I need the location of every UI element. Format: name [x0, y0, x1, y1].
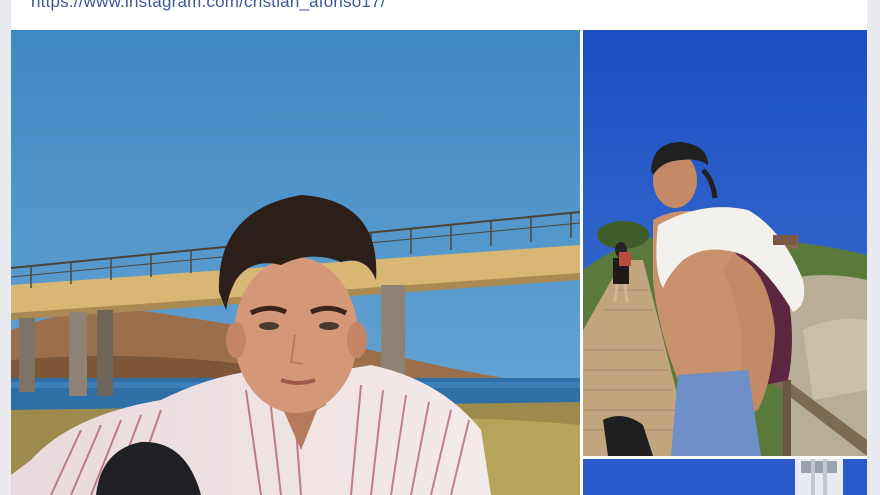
photo-boardwalk[interactable]: [583, 30, 867, 456]
photo-lighthouse[interactable]: [583, 459, 867, 495]
photo-bridge[interactable]: [11, 30, 580, 495]
photo-lighthouse-image: [583, 459, 867, 495]
instagram-link[interactable]: https://www.instagram.com/cristian_afons…: [31, 0, 386, 12]
post-card: https://www.instagram.com/cristian_afons…: [11, 0, 867, 495]
photo-grid: [11, 30, 867, 495]
post-link-row: https://www.instagram.com/cristian_afons…: [11, 0, 867, 29]
photo-boardwalk-image: [583, 30, 867, 456]
photo-bridge-image: [11, 30, 580, 495]
